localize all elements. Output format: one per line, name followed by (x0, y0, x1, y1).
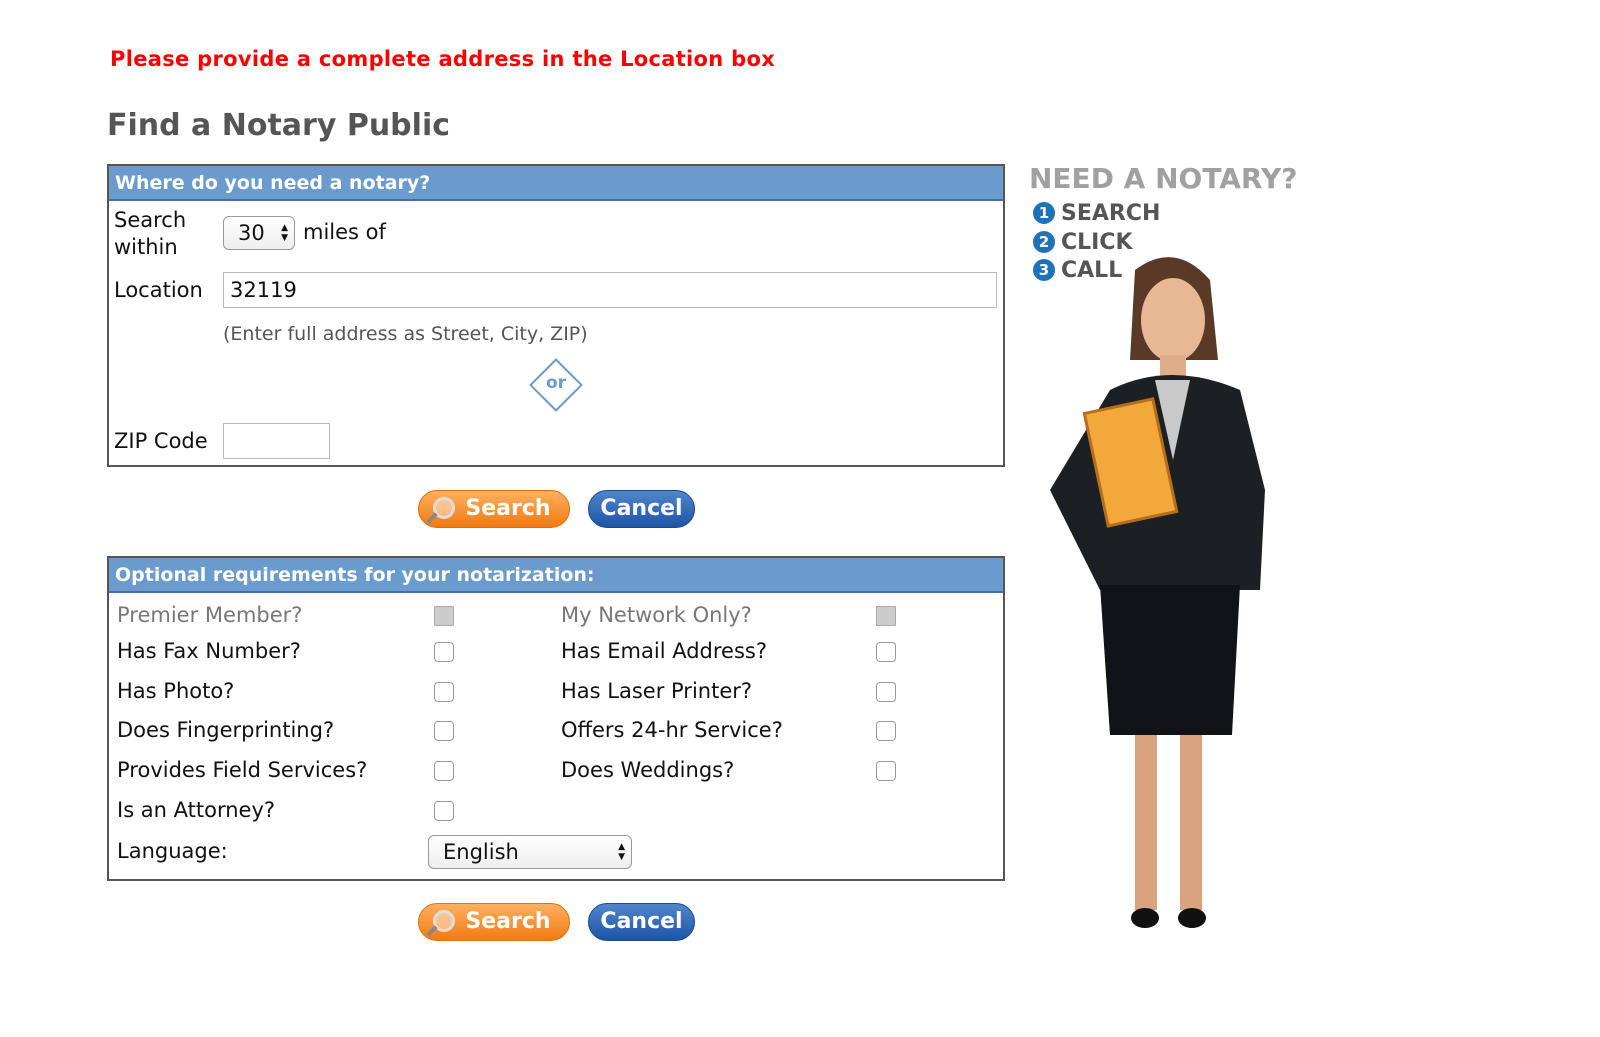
notary-woman-image (1050, 257, 1265, 928)
magnifier-icon (433, 910, 455, 932)
stepper-arrows-icon: ▲ ▼ (281, 223, 288, 243)
promo-title: NEED A NOTARY? (1029, 162, 1298, 195)
language-value: English (443, 840, 519, 864)
option-checkbox[interactable] (434, 761, 454, 781)
step-label: SEARCH (1061, 201, 1161, 226)
page-title: Find a Notary Public (107, 108, 451, 143)
language-select[interactable]: English ▲ ▼ (428, 835, 632, 869)
option-checkbox[interactable] (876, 721, 896, 741)
option-checkbox (434, 606, 454, 626)
option-checkbox[interactable] (434, 721, 454, 741)
option-checkbox[interactable] (876, 682, 896, 702)
option-label: Premier Member? (117, 603, 303, 627)
option-checkbox[interactable] (876, 761, 896, 781)
language-label: Language: (117, 839, 228, 863)
cancel-button-bottom[interactable]: Cancel (588, 903, 695, 941)
select-arrows-icon: ▲ ▼ (618, 842, 625, 862)
search-button-bottom[interactable]: Search (418, 903, 570, 941)
error-message: Please provide a complete address in the… (110, 47, 776, 71)
search-button-label: Search (465, 496, 551, 521)
radius-value: 30 (238, 221, 265, 245)
radius-select[interactable]: 30 ▲ ▼ (223, 216, 295, 250)
search-button-label: Search (465, 909, 551, 934)
step-number-icon: 1 (1033, 202, 1055, 224)
option-label: Has Fax Number? (117, 639, 301, 663)
option-checkbox[interactable] (434, 801, 454, 821)
location-label: Location (114, 278, 203, 302)
address-hint: (Enter full address as Street, City, ZIP… (223, 323, 588, 345)
option-label: My Network Only? (561, 603, 752, 627)
option-label: Is an Attorney? (117, 798, 276, 822)
option-checkbox (876, 606, 896, 626)
option-label: Has Photo? (117, 679, 235, 703)
section-header: Optional requirements for your notarizat… (109, 558, 1003, 593)
option-label: Does Weddings? (561, 758, 735, 782)
location-section: Where do you need a notary? (107, 164, 1005, 467)
option-label: Offers 24-hr Service? (561, 718, 783, 742)
section-header: Where do you need a notary? (109, 166, 1003, 201)
option-label: Does Fingerprinting? (117, 718, 335, 742)
option-label: Has Laser Printer? (561, 679, 753, 703)
option-label: Provides Field Services? (117, 758, 368, 782)
miles-of-label: miles of (303, 220, 386, 244)
magnifier-icon (433, 497, 455, 519)
cancel-button[interactable]: Cancel (588, 490, 695, 528)
search-within-label: Search within (114, 208, 187, 259)
option-checkbox[interactable] (434, 682, 454, 702)
search-button[interactable]: Search (418, 490, 570, 528)
location-input[interactable]: 32119 (223, 272, 997, 308)
or-label: or (546, 373, 567, 393)
zip-input[interactable] (223, 423, 330, 459)
option-label: Has Email Address? (561, 639, 767, 663)
promo-step-1: 1 SEARCH (1033, 201, 1160, 226)
option-checkbox[interactable] (434, 642, 454, 662)
zip-label: ZIP Code (114, 429, 208, 453)
option-checkbox[interactable] (876, 642, 896, 662)
